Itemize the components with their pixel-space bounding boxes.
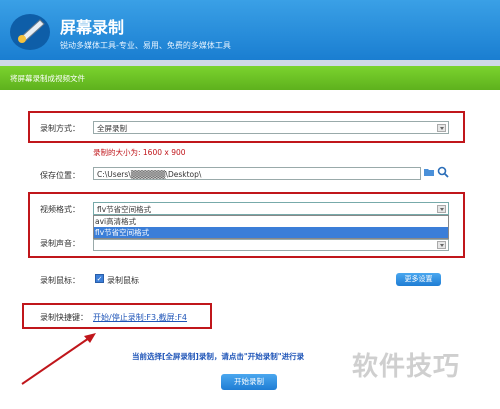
record-mode-label: 录制方式：: [40, 124, 80, 133]
folder-icon[interactable]: [423, 166, 435, 178]
chevron-down-icon[interactable]: [437, 124, 446, 132]
save-location-value: C:\Users\▒▒▒▒▒▒\Desktop\: [97, 170, 202, 179]
app-logo-icon: [10, 14, 50, 50]
record-mode-select[interactable]: 全屏录制: [93, 121, 449, 134]
status-text: 当前选择[全屏录制]录制，请点击"开始录制"进行录: [132, 352, 305, 361]
save-location-label: 保存位置：: [40, 171, 80, 180]
video-format-select[interactable]: flv节省空间格式: [93, 202, 449, 215]
mouse-label: 录制鼠标：: [40, 276, 80, 285]
dropdown-option-flv[interactable]: flv节省空间格式: [94, 227, 448, 238]
chevron-down-icon[interactable]: [437, 241, 446, 249]
search-icon[interactable]: [437, 166, 449, 178]
more-settings-button[interactable]: 更多设置: [396, 273, 441, 286]
audio-select[interactable]: [93, 239, 449, 251]
watermark-text: 软件技巧: [352, 352, 461, 382]
hotkey-link[interactable]: 开始/停止录制:F3,截屏:F4: [93, 312, 187, 323]
dropdown-option-avi[interactable]: avi高清格式: [95, 216, 445, 227]
video-format-label: 视频格式：: [40, 205, 80, 214]
banner-text: 将屏幕录制成视频文件: [10, 74, 85, 83]
app-subtitle: 锐动多媒体工具-专业、易用、免费的多媒体工具: [60, 41, 231, 50]
start-record-button[interactable]: 开始录制: [221, 374, 277, 390]
record-size-text: 录制的大小为: 1600 x 900: [93, 148, 186, 157]
mouse-checkbox[interactable]: ✓: [95, 274, 104, 283]
video-format-value: flv节省空间格式: [97, 205, 152, 214]
audio-label: 录制声音：: [40, 239, 80, 248]
mouse-checkbox-label: 录制鼠标: [107, 276, 139, 285]
app-title: 屏幕录制: [60, 18, 125, 37]
hotkey-label: 录制快捷键：: [40, 313, 88, 322]
section-banner: 将屏幕录制成视频文件: [0, 66, 500, 90]
record-mode-value: 全屏录制: [97, 124, 127, 133]
chevron-down-icon[interactable]: [437, 205, 446, 213]
annotation-arrow-icon: [21, 333, 96, 385]
save-location-input[interactable]: C:\Users\▒▒▒▒▒▒\Desktop\: [93, 167, 421, 180]
